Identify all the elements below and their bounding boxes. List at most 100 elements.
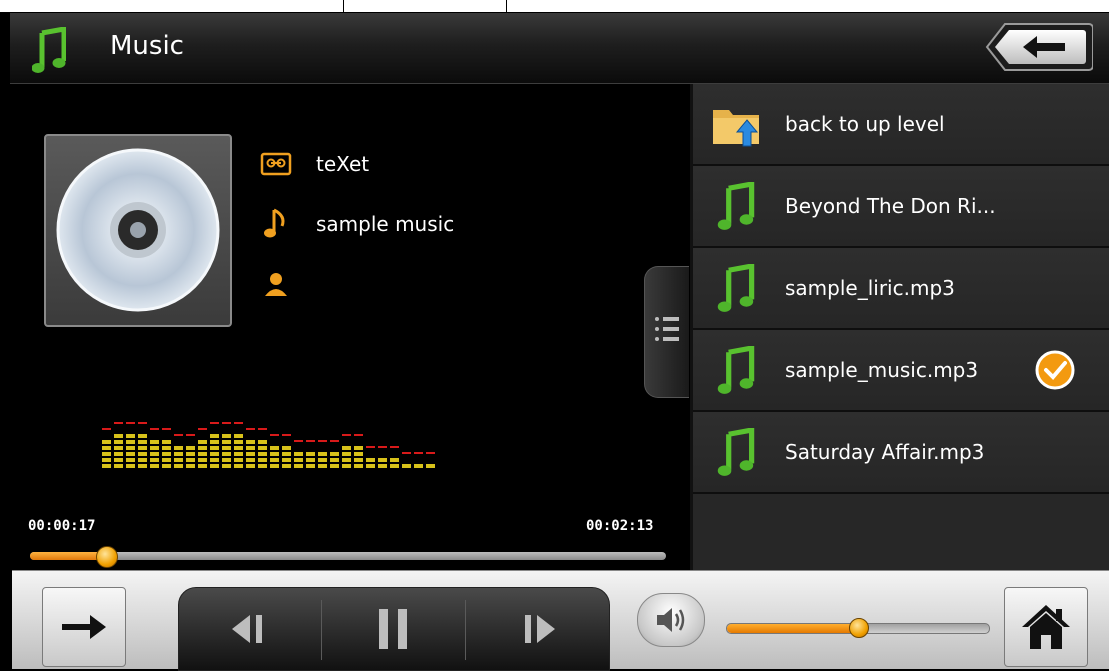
eq-peak-marker [282, 434, 291, 436]
eq-bar-segment [126, 440, 135, 444]
playlist-item-up[interactable]: back to up level [693, 84, 1109, 166]
artist-label: teXet [316, 152, 370, 176]
eq-peak-marker [390, 446, 399, 448]
eq-bar-segment [402, 464, 411, 468]
track-title-label: sample music [316, 212, 455, 236]
eq-bar-segment [114, 446, 123, 450]
eq-bar-segment [354, 452, 363, 456]
playlist-item-label: Beyond The Don Ri... [785, 194, 996, 218]
volume-handle[interactable] [849, 618, 869, 638]
pause-button[interactable] [322, 588, 464, 670]
mute-button[interactable] [637, 593, 705, 647]
page-title: Music [110, 31, 184, 61]
equalizer-visualizer [102, 422, 435, 468]
eq-bar-segment [174, 464, 183, 468]
home-icon [1022, 605, 1070, 649]
eq-bar-segment [342, 464, 351, 468]
eq-peak-marker [234, 422, 243, 424]
eq-bar-segment [210, 446, 219, 450]
eq-bar-segment [162, 446, 171, 450]
playlist-item[interactable]: Saturday Affair.mp3 [693, 412, 1109, 494]
eq-bar-segment [414, 464, 423, 468]
total-time: 00:02:13 [586, 518, 654, 534]
playlist-item-label: sample_liric.mp3 [785, 276, 955, 300]
eq-bar-segment [234, 446, 243, 450]
eq-bar-segment [126, 452, 135, 456]
eq-bar-segment [222, 452, 231, 456]
eq-bar-segment [222, 434, 231, 438]
list-icon [655, 317, 679, 341]
eq-peak-marker [342, 434, 351, 436]
eq-bar-segment [222, 446, 231, 450]
eq-bar-segment [174, 446, 183, 450]
volume-slider[interactable] [726, 618, 990, 638]
eq-bar-segment [150, 446, 159, 450]
eq-bar-segment [210, 464, 219, 468]
eq-bar-segment [342, 458, 351, 462]
playlist-item-current[interactable]: sample_music.mp3 [693, 330, 1109, 412]
folder-up-icon [713, 110, 759, 147]
eq-bar-segment [294, 452, 303, 456]
eq-bar-segment [126, 458, 135, 462]
cd-icon [56, 148, 220, 312]
music-note-icon [264, 208, 285, 238]
seek-bar[interactable] [30, 546, 666, 568]
eq-bar-segment [378, 464, 387, 468]
eq-bar-segment [234, 434, 243, 438]
playlist-item-label: back to up level [785, 112, 945, 136]
eq-bar-segment [114, 440, 123, 444]
arrow-right-icon [62, 615, 106, 639]
top-strip [0, 0, 1109, 13]
previous-button[interactable] [179, 588, 321, 670]
volume-level [727, 624, 858, 633]
eq-bar-segment [270, 464, 279, 468]
playlist-item[interactable]: sample_liric.mp3 [693, 248, 1109, 330]
playlist-item[interactable]: Beyond The Don Ri... [693, 166, 1109, 248]
eq-peak-marker [114, 422, 123, 424]
eq-bar-segment [354, 464, 363, 468]
eq-bar-segment [174, 452, 183, 456]
pause-icon [379, 609, 407, 649]
title-bar: Music [10, 13, 1109, 84]
music-note-icon [717, 346, 755, 394]
eq-bar-segment [126, 434, 135, 438]
eq-bar-segment [210, 452, 219, 456]
eq-bar-segment [330, 464, 339, 468]
playlist-toggle-handle[interactable] [644, 266, 689, 398]
eq-bar-segment [294, 458, 303, 462]
back-button[interactable] [985, 22, 1093, 72]
seek-handle[interactable] [96, 546, 119, 568]
eq-bar-segment [342, 452, 351, 456]
eq-peak-marker [258, 428, 267, 430]
eq-bar-segment [246, 446, 255, 450]
eq-peak-marker [426, 452, 435, 454]
eq-bar-segment [354, 458, 363, 462]
next-button[interactable] [466, 588, 608, 670]
eq-bar-segment [222, 440, 231, 444]
eq-bar-segment [174, 458, 183, 462]
eq-bar-segment [270, 458, 279, 462]
previous-icon [232, 615, 262, 643]
next-screen-button[interactable] [42, 587, 126, 667]
playlist-item-label: Saturday Affair.mp3 [785, 440, 985, 464]
eq-peak-marker [198, 428, 207, 430]
eq-bar-segment [354, 446, 363, 450]
eq-bar-segment [318, 452, 327, 456]
eq-bar-segment [138, 446, 147, 450]
eq-bar-segment [246, 440, 255, 444]
eq-bar-segment [318, 464, 327, 468]
eq-bar-segment [138, 452, 147, 456]
eq-bar-segment [186, 464, 195, 468]
artist-row: teXet [260, 148, 369, 180]
eq-bar-segment [378, 458, 387, 462]
music-note-icon [32, 27, 66, 73]
eq-peak-marker [150, 428, 159, 430]
music-note-icon [717, 264, 755, 312]
eq-peak-marker [402, 452, 411, 454]
eq-bar-segment [258, 440, 267, 444]
eq-peak-marker [414, 452, 423, 454]
eq-peak-marker [210, 422, 219, 424]
home-button[interactable] [1004, 587, 1088, 667]
eq-bar-segment [222, 464, 231, 468]
control-bar [12, 570, 1109, 671]
